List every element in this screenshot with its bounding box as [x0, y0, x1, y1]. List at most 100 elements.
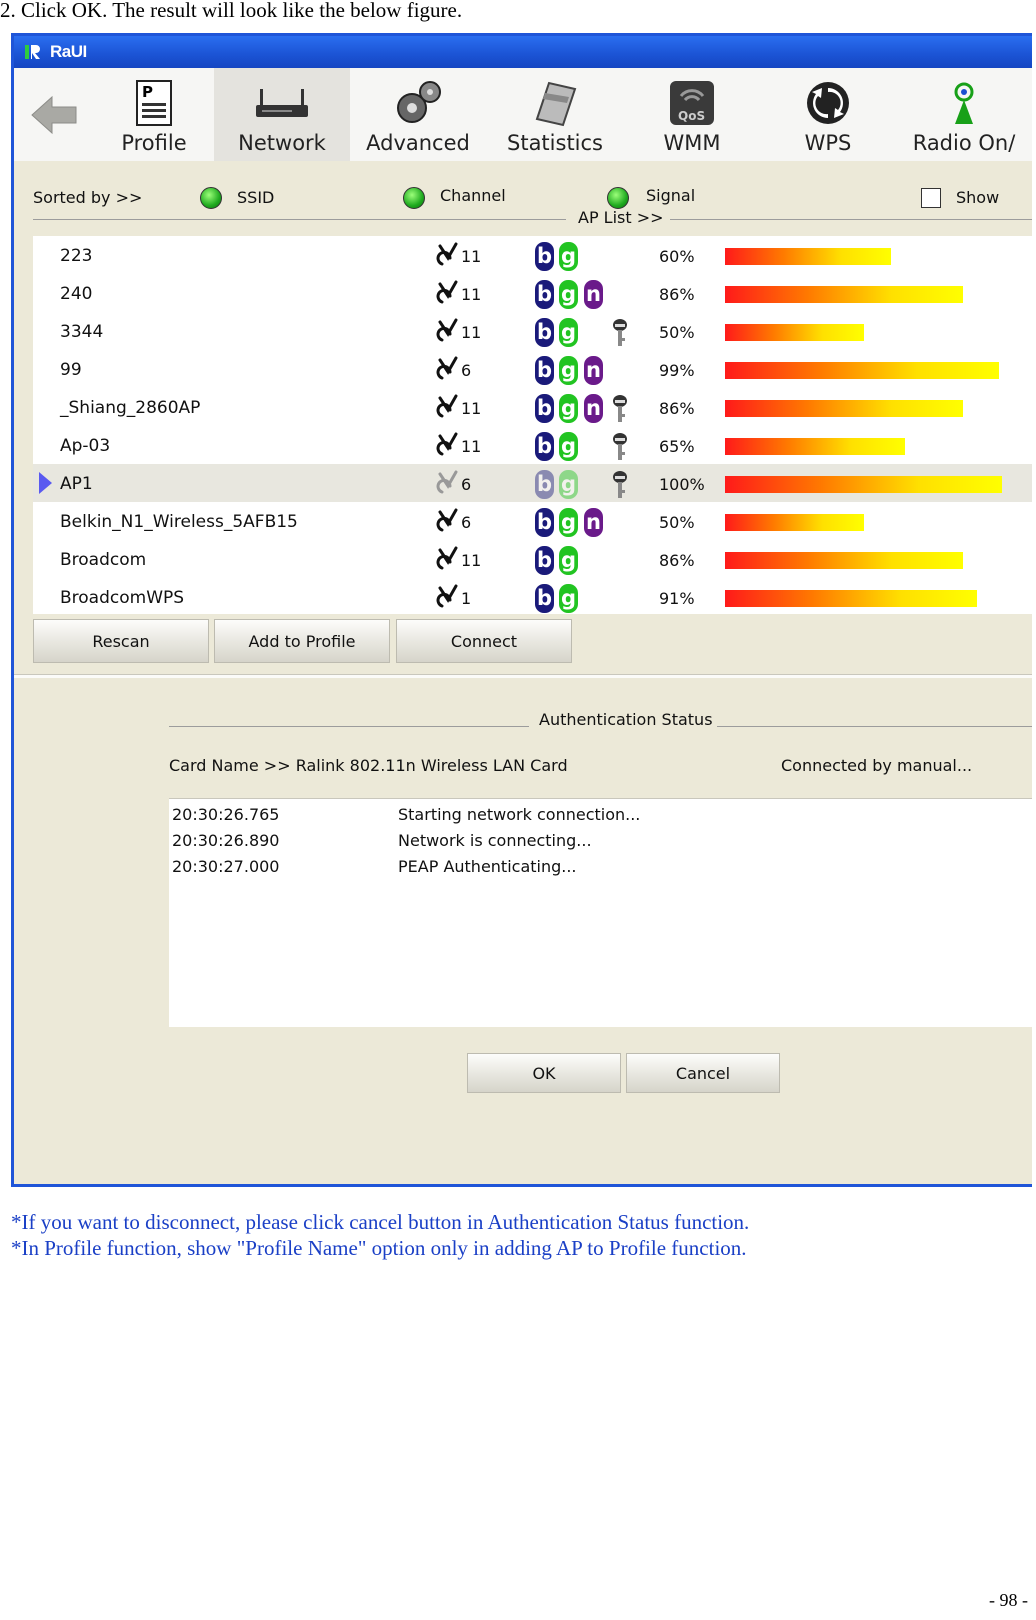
toolbar-wps[interactable]: WPS — [760, 68, 896, 161]
channel-infrastructure-icon — [436, 318, 458, 342]
ap-row[interactable]: 99 6 b g n 99% — [33, 350, 1032, 388]
calculator-icon — [531, 77, 579, 129]
ap-signal: 50% — [659, 513, 695, 532]
802-11n-badge: n — [584, 508, 603, 537]
sort-channel-label: Channel — [440, 186, 506, 205]
802-11b-badge: b — [535, 242, 554, 271]
qos-icon: QoS — [669, 77, 715, 129]
ap-signal: 91% — [659, 589, 695, 608]
log-message: Network is connecting... — [398, 831, 592, 850]
app-title: RaUI — [50, 42, 87, 61]
key-lock-icon — [613, 319, 627, 346]
ap-signal: 65% — [659, 437, 695, 456]
sort-channel-radio[interactable] — [403, 187, 425, 209]
ap-row[interactable]: BroadcomWPS 1 b g 91% — [33, 578, 1032, 616]
802-11g-badge: g — [559, 432, 578, 461]
selected-arrow-icon — [39, 472, 52, 494]
802-11g-badge: g — [559, 508, 578, 537]
802-11b-badge: b — [535, 356, 554, 385]
ap-ssid: BroadcomWPS — [60, 588, 185, 608]
channel-infrastructure-icon — [436, 280, 458, 304]
auth-status-title: Authentication Status — [539, 710, 713, 729]
gears-icon — [392, 77, 444, 129]
ok-button[interactable]: OK — [467, 1053, 621, 1093]
ap-signal: 86% — [659, 399, 695, 418]
ap-list-label: AP List >> — [578, 208, 664, 227]
footnote-profile-name: *In Profile function, show "Profile Name… — [11, 1236, 747, 1260]
ap-ssid: 3344 — [60, 322, 104, 342]
channel-infrastructure-icon — [436, 394, 458, 418]
toolbar-advanced[interactable]: Advanced — [350, 68, 486, 161]
signal-bar — [725, 552, 963, 569]
auth-divider-right — [717, 726, 1032, 727]
signal-bar — [725, 514, 864, 531]
ap-row[interactable]: AP1 6 b g 100% — [33, 464, 1032, 502]
ap-channel: 11 — [461, 437, 482, 456]
raui-window: RaUI P Profile Network Advanced Statisti… — [11, 33, 1032, 1187]
ap-row[interactable]: _Shiang_2860AP 11 b g n 86% — [33, 388, 1032, 426]
802-11g-badge: g — [559, 242, 578, 271]
show-checkbox[interactable] — [921, 188, 941, 208]
ap-row[interactable]: Ap-03 11 b g 65% — [33, 426, 1032, 464]
802-11b-badge: b — [535, 508, 554, 537]
802-11b-badge: b — [535, 470, 554, 499]
channel-infrastructure-icon — [436, 584, 458, 608]
sort-signal-radio[interactable] — [607, 187, 629, 209]
signal-bar — [725, 400, 963, 417]
ap-list-divider-left — [33, 219, 566, 220]
ap-channel: 1 — [461, 589, 472, 608]
log-time: 20:30:26.890 — [172, 831, 280, 850]
card-name: Card Name >> Ralink 802.11n Wireless LAN… — [169, 756, 568, 775]
ap-signal: 99% — [659, 361, 695, 380]
toolbar-network-label: Network — [238, 131, 326, 155]
rescan-button[interactable]: Rescan — [33, 619, 209, 663]
page-number: - 98 - — [989, 1590, 1028, 1610]
sorted-by-label: Sorted by >> — [33, 188, 143, 207]
toolbar-statistics[interactable]: Statistics — [486, 68, 624, 161]
network-icon — [254, 77, 310, 129]
add-to-profile-button[interactable]: Add to Profile — [214, 619, 390, 663]
toolbar-profile[interactable]: P Profile — [94, 68, 214, 161]
ap-row[interactable]: 240 11 b g n 86% — [33, 274, 1032, 312]
channel-infrastructure-icon — [436, 432, 458, 456]
key-lock-icon — [613, 433, 627, 460]
ap-channel: 11 — [461, 285, 482, 304]
ap-signal: 86% — [659, 285, 695, 304]
toolbar: P Profile Network Advanced Statistics Qo… — [14, 68, 1032, 161]
toolbar-radio[interactable]: Radio On/ — [896, 68, 1032, 161]
802-11b-badge: b — [535, 280, 554, 309]
toolbar-advanced-label: Advanced — [366, 131, 470, 155]
ap-row[interactable]: 223 11 b g 60% — [33, 236, 1032, 274]
svg-text:QoS: QoS — [678, 109, 705, 123]
signal-bar — [725, 590, 977, 607]
key-lock-icon — [613, 395, 627, 422]
802-11n-badge: n — [584, 394, 603, 423]
channel-infrastructure-icon — [436, 242, 458, 266]
log-time: 20:30:26.765 — [172, 805, 280, 824]
connect-button[interactable]: Connect — [396, 619, 572, 663]
toolbar-network[interactable]: Network — [214, 68, 350, 161]
802-11g-badge: g — [559, 584, 578, 613]
ap-channel: 11 — [461, 399, 482, 418]
802-11g-badge: g — [559, 470, 578, 499]
802-11b-badge: b — [535, 584, 554, 613]
ap-list-divider-right — [670, 219, 1032, 220]
toolbar-wmm[interactable]: QoS WMM — [624, 68, 760, 161]
ap-signal: 86% — [659, 551, 695, 570]
connected-by: Connected by manual... — [781, 756, 973, 775]
ap-row[interactable]: Belkin_N1_Wireless_5AFB15 6 b g n 50% — [33, 502, 1032, 540]
ap-row[interactable]: 3344 11 b g 50% — [33, 312, 1032, 350]
ap-row[interactable]: Broadcom 11 b g 86% — [33, 540, 1032, 578]
back-button[interactable] — [14, 68, 94, 161]
signal-bar — [725, 438, 905, 455]
sort-ssid-radio[interactable] — [200, 187, 222, 209]
ap-signal: 50% — [659, 323, 695, 342]
cancel-button[interactable]: Cancel — [626, 1053, 780, 1093]
ap-ssid: 99 — [60, 360, 82, 380]
panel-divider — [14, 674, 1032, 678]
signal-bar — [725, 324, 864, 341]
title-bar[interactable]: RaUI — [14, 36, 1032, 68]
ap-signal: 100% — [659, 475, 705, 494]
radio-antenna-icon — [949, 77, 979, 129]
ap-ssid: Ap-03 — [60, 436, 111, 456]
